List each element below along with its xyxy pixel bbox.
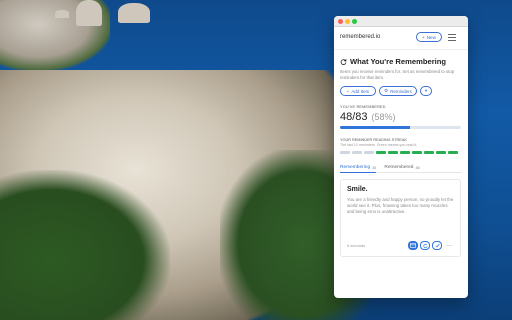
remembered-progress-bar [340,126,461,130]
streak-indicator [340,151,462,155]
action-buttons: + Add Item ⚙ Reminders ▾ [340,86,462,97]
add-item-button[interactable]: + Add Item [340,86,376,97]
more-card-options-button[interactable]: ··· [444,241,454,250]
reminder-footer: 5 seconds ··· [347,241,454,251]
brand-name: remembered.io [340,34,381,40]
close-window-button[interactable] [338,19,343,24]
remembered-percent: (58%) [371,112,396,123]
tab-remembering-count: 35 [372,165,377,170]
reminder-card: Smile. You are a friendly and happy pers… [340,179,461,258]
gear-icon: ⚙ [384,88,389,94]
tab-remembered-label: Remembered [384,165,414,171]
streak-subtitle: The last 10 reminders. Green means you r… [340,143,418,148]
progress-fill [340,126,411,130]
streak-segment [340,151,350,155]
item-tabs: Remembering 35 Remembered 48 [340,165,462,174]
add-item-label: Add Item [351,88,370,94]
hamburger-menu-icon[interactable] [448,34,456,41]
vegetation-left [0,170,170,320]
minimize-window-button[interactable] [345,19,350,24]
reminder-body: You are a friendly and happy person, so … [347,197,454,214]
tab-remembering[interactable]: Remembering 35 [340,165,377,174]
refresh-icon [340,59,347,65]
streak-segment [352,151,362,155]
tab-remembering-label: Remembering [340,165,371,171]
sea-stack-right [118,3,150,23]
ellipsis-icon: ··· [446,242,452,249]
chevron-down-icon: ▾ [424,88,428,94]
remembered-stats: 48/83 (58%) [340,111,462,123]
streak-segment [400,151,410,155]
streak-segment [436,151,446,155]
app-window: remembered.io + New What You're Remember… [334,16,468,298]
refresh-card-button[interactable] [420,241,430,251]
more-options-button[interactable]: ▾ [420,86,432,97]
card-icon [410,243,416,249]
new-button-label: New [426,34,436,40]
tab-remembered[interactable]: Remembered 48 [384,165,419,170]
tab-remembered-count: 48 [415,165,420,170]
check-icon [435,243,440,248]
streak-segment [424,151,434,155]
page-heading: What You're Remembering [340,57,462,66]
page-title: What You're Remembering [350,57,447,66]
app-header: remembered.io + New [334,27,468,50]
window-titlebar [334,16,468,27]
reminder-time: 5 seconds [347,243,366,249]
main-content: What You're Remembering Items you receiv… [334,50,468,258]
new-button[interactable]: + New [416,32,442,42]
remembered-section-label: YOU'VE REMEMBERED [340,105,386,110]
streak-segment [376,151,386,155]
streak-segment [364,151,374,155]
streak-segment [388,151,398,155]
sea-stack-left [76,0,102,26]
reminder-title: Smile. [347,186,368,194]
sea-stack-small [55,10,69,18]
reminders-label: Reminders [390,88,412,94]
mark-remembered-button[interactable] [432,241,442,251]
streak-segment [412,151,422,155]
save-card-button[interactable] [408,241,418,251]
plus-icon: + [422,34,425,40]
reminders-button[interactable]: ⚙ Reminders [379,86,417,97]
remembered-count: 48/83 [340,111,368,124]
streak-segment [448,151,458,155]
plus-icon: + [346,88,350,94]
page-description: Items you receive reminders for. Set as … [340,69,455,80]
streak-title: YOUR REMINDER READING STREAK [340,138,407,143]
refresh-icon [422,244,428,249]
zoom-window-button[interactable] [352,19,357,24]
